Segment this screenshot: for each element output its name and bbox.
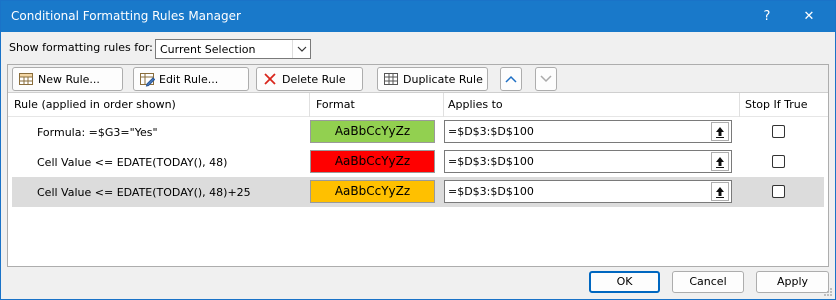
show-rules-value: Current Selection [160,43,256,56]
dialog-window: Conditional Formatting Rules Manager ? ✕… [0,0,836,300]
rule-description: Formula: =$G3="Yes" [37,126,158,139]
applies-to-field[interactable]: =$D$3:$D$100 [444,180,732,203]
applies-to-value: =$D$3:$D$100 [448,155,534,168]
collapse-range-button[interactable] [711,152,729,171]
header-divider [309,93,310,117]
edit-rule-button[interactable]: Edit Rule... [133,67,249,91]
show-rules-label: Show formatting rules for: [9,41,153,54]
move-down-button[interactable] [535,67,557,91]
rules-toolbar: New Rule... Edit Rule... Delete Rule Dup… [8,65,828,93]
column-rule: Rule (applied in order shown) [14,98,176,111]
format-preview: AaBbCcYyZz [310,150,435,173]
rule-description: Cell Value <= EDATE(TODAY(), 48) [37,156,228,169]
header-divider [739,93,740,117]
column-applies-to: Applies to [448,98,503,111]
column-format: Format [316,98,355,111]
title-bar: Conditional Formatting Rules Manager ? ✕ [1,1,835,32]
rule-row[interactable]: Cell Value <= EDATE(TODAY(), 48) AaBbCcY… [12,147,824,177]
chevron-down-icon[interactable] [292,40,310,58]
rule-row[interactable]: Formula: =$G3="Yes" AaBbCcYyZz =$D$3:$D$… [12,117,824,147]
duplicate-rule-icon [383,71,399,87]
delete-rule-label: Delete Rule [282,72,346,86]
new-rule-button[interactable]: New Rule... [12,67,123,91]
rule-row[interactable]: Cell Value <= EDATE(TODAY(), 48)+25 AaBb… [12,177,824,207]
stop-if-true-checkbox[interactable] [772,155,785,168]
stop-if-true-checkbox[interactable] [772,125,785,138]
move-up-button[interactable] [500,67,522,91]
delete-x-icon [262,71,278,87]
chevron-up-icon [505,75,517,83]
rules-panel: New Rule... Edit Rule... Delete Rule Dup… [7,64,829,267]
show-rules-dropdown[interactable]: Current Selection [155,39,311,59]
edit-rule-label: Edit Rule... [159,72,219,86]
format-preview: AaBbCcYyZz [310,120,435,143]
duplicate-rule-button[interactable]: Duplicate Rule [377,67,488,91]
duplicate-rule-label: Duplicate Rule [403,72,483,86]
rules-header: Rule (applied in order shown) Format App… [8,93,828,117]
stop-if-true-checkbox[interactable] [772,185,785,198]
new-rule-label: New Rule... [38,72,100,86]
applies-to-value: =$D$3:$D$100 [448,125,534,138]
close-button[interactable]: ✕ [787,1,831,32]
delete-rule-button[interactable]: Delete Rule [256,67,363,91]
collapse-range-button[interactable] [711,122,729,141]
rule-description: Cell Value <= EDATE(TODAY(), 48)+25 [37,186,251,199]
new-rule-icon [18,71,34,87]
arrow-up-icon [716,186,724,198]
arrow-up-icon [716,126,724,138]
window-title: Conditional Formatting Rules Manager [11,9,241,23]
applies-to-value: =$D$3:$D$100 [448,185,534,198]
resize-grip-icon[interactable] [823,287,833,297]
column-stop-if-true: Stop If True [745,98,808,111]
chevron-down-icon [540,75,552,83]
arrow-up-icon [716,156,724,168]
help-button[interactable]: ? [745,1,789,32]
collapse-range-button[interactable] [711,182,729,201]
cancel-button[interactable]: Cancel [672,271,744,293]
ok-button[interactable]: OK [589,271,660,293]
header-divider [443,93,444,117]
format-preview: AaBbCcYyZz [310,180,435,203]
applies-to-field[interactable]: =$D$3:$D$100 [444,150,732,173]
apply-button[interactable]: Apply [756,271,829,293]
applies-to-field[interactable]: =$D$3:$D$100 [444,120,732,143]
edit-rule-icon [139,71,156,87]
